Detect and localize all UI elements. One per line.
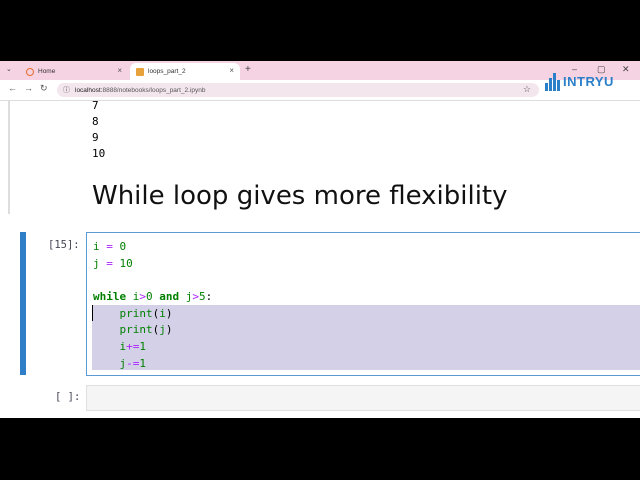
cell-prompt: [15]: [48, 239, 80, 251]
code-token: print [119, 306, 153, 320]
close-tab-icon[interactable]: × [117, 66, 122, 75]
code-token: while [93, 290, 127, 304]
code-line[interactable]: print(i) [93, 306, 212, 323]
new-tab-icon[interactable]: + [245, 64, 251, 75]
code-token: 10 [119, 256, 133, 270]
tab-strip: ⌄ Home × loops_part_2 × + – ▢ ✕ [0, 61, 640, 80]
address-path: 8888/notebooks/loops_part_2.ipynb [102, 86, 206, 94]
output-collapser[interactable] [8, 101, 10, 214]
notebook-area: 7 8 9 10 While loop gives more flexibili… [0, 98, 640, 418]
code-token: j [93, 256, 100, 270]
tab-home[interactable]: Home × [20, 63, 128, 80]
code-token: and [159, 290, 180, 304]
tab-loops-part-2[interactable]: loops_part_2 × [130, 63, 240, 80]
code-token: 0 [146, 290, 153, 304]
jupyter-favicon-icon [26, 67, 34, 76]
reload-icon[interactable]: ↻ [40, 83, 48, 94]
empty-cell-prompt: [ ]: [55, 391, 81, 403]
code-token: i [159, 306, 166, 320]
code-token: i [93, 240, 100, 253]
code-line[interactable]: while i>0 and j>5: [93, 289, 212, 306]
code-token: > [139, 290, 146, 304]
forward-icon[interactable]: → [24, 83, 33, 93]
code-line[interactable]: j-=1 [93, 356, 212, 373]
code-line[interactable]: i+=1 [93, 339, 212, 356]
code-token: 1 [139, 340, 146, 354]
output-line: 8 [92, 115, 99, 128]
code-token: ) [165, 306, 173, 320]
bookmark-star-icon[interactable]: ☆ [523, 84, 531, 95]
intryu-logo: INTRYU [545, 61, 635, 101]
code-token: 0 [119, 240, 127, 253]
code-token: = [106, 240, 113, 253]
browser-window: ⌄ Home × loops_part_2 × + – ▢ ✕ ← → ↻ ⓘ … [0, 61, 640, 418]
logo-text: INTRYU [563, 73, 614, 89]
output-line: 7 [92, 99, 99, 112]
logo-bars-icon [545, 71, 560, 91]
empty-code-cell[interactable] [86, 385, 640, 411]
output-line: 10 [92, 147, 106, 160]
address-host: localhost: [75, 86, 103, 94]
active-cell-marker [20, 232, 26, 375]
code-token: += [126, 340, 140, 354]
code-line[interactable]: print(j) [93, 322, 212, 339]
address-bar[interactable]: ⓘ localhost: 8888/notebooks/loops_part_2.… [57, 83, 539, 97]
code-line[interactable]: i = 0 [93, 239, 212, 256]
code-line[interactable]: j = 10 [93, 256, 212, 273]
code-line[interactable] [93, 272, 212, 289]
code-token: j [159, 323, 166, 337]
notebook-favicon-icon [136, 67, 144, 76]
code-token: -= [126, 356, 140, 370]
tab-notebook-label: loops_part_2 [148, 68, 186, 75]
close-tab-icon[interactable]: × [229, 66, 234, 75]
code-token: 5 [199, 290, 206, 304]
code-token: : [205, 290, 213, 304]
code-token: ) [165, 323, 173, 337]
code-editor[interactable]: i = 0j = 10 while i>0 and j>5: print(i) p… [86, 232, 640, 376]
code-token: > [192, 290, 199, 304]
cell-output: 7 8 9 10 [92, 98, 105, 162]
back-icon[interactable]: ← [8, 83, 17, 93]
code-token: = [106, 256, 113, 270]
site-info-icon[interactable]: ⓘ [63, 85, 70, 95]
code-token: print [119, 323, 153, 337]
markdown-heading: While loop gives more flexibility [92, 181, 508, 211]
output-line: 9 [92, 131, 99, 144]
code-token: 1 [139, 356, 146, 370]
code-content[interactable]: i = 0j = 10 while i>0 and j>5: print(i) p… [93, 239, 212, 373]
tab-home-label: Home [38, 68, 56, 75]
tab-search-icon[interactable]: ⌄ [6, 65, 12, 73]
